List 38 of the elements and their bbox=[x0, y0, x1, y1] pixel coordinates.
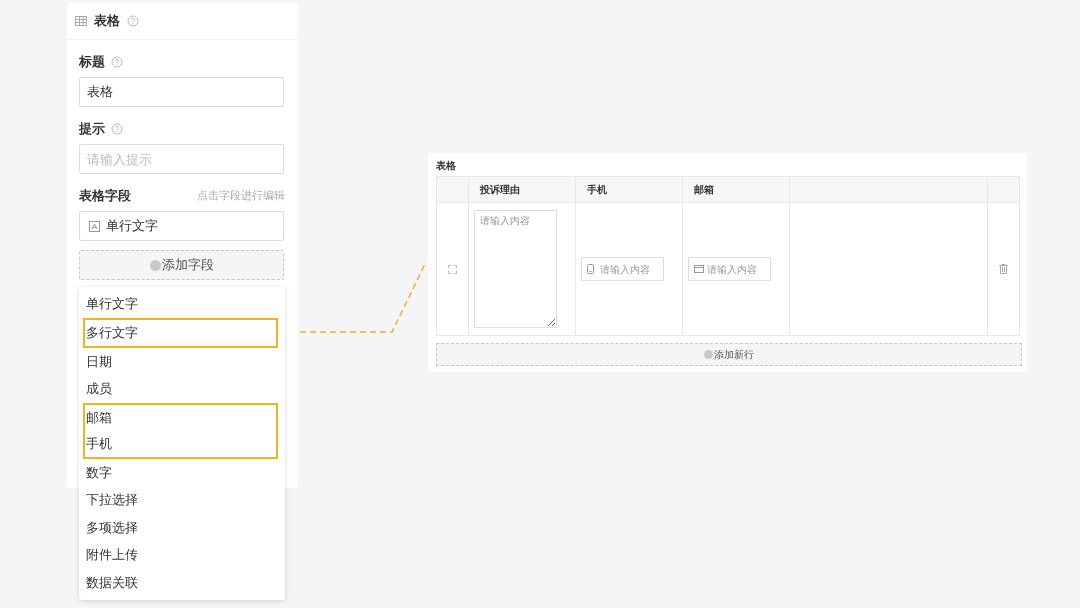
field-label: 提示 bbox=[79, 120, 105, 138]
text-field-icon bbox=[89, 220, 100, 232]
trash-icon bbox=[999, 264, 1008, 274]
help-icon bbox=[127, 14, 139, 27]
header-cell: 投诉理由 bbox=[468, 176, 576, 203]
menu-item[interactable]: 多项选择 bbox=[79, 513, 285, 541]
menu-item[interactable]: 数字 bbox=[79, 458, 285, 486]
phone-input[interactable]: 请输入内容 bbox=[581, 257, 664, 281]
menu-item[interactable]: 邮箱 bbox=[85, 404, 276, 431]
hint-text: 点击字段进行编辑 bbox=[197, 189, 285, 203]
circle-icon bbox=[704, 350, 713, 359]
field-label: 表格字段 bbox=[79, 187, 131, 205]
header-cell: 手机 bbox=[575, 176, 683, 203]
panel-title: 表格 bbox=[94, 11, 120, 30]
field-name: 单行文字 bbox=[106, 217, 158, 235]
menu-item[interactable]: 成员 bbox=[79, 375, 285, 403]
menu-item[interactable]: 单行文字 bbox=[79, 290, 285, 318]
table-icon bbox=[75, 15, 87, 26]
menu-item[interactable]: 数据关联 bbox=[79, 568, 285, 596]
menu-item[interactable]: 手机 bbox=[85, 430, 276, 457]
menu-item[interactable]: 下拉选择 bbox=[79, 486, 285, 514]
table-title: 表格 bbox=[436, 159, 457, 173]
header-cell: 邮箱 bbox=[682, 176, 790, 203]
textarea-field[interactable]: 请输入内容 bbox=[474, 210, 557, 328]
menu-item[interactable]: 多行文字 bbox=[85, 319, 276, 346]
menu-item[interactable]: 日期 bbox=[79, 347, 285, 375]
circle-icon bbox=[149, 259, 161, 271]
help-icon bbox=[111, 56, 123, 68]
title-input[interactable]: 表格 bbox=[79, 77, 284, 107]
email-input[interactable]: 请输入内容 bbox=[688, 257, 771, 281]
add-row-button[interactable]: 添加新行 bbox=[436, 343, 1022, 366]
drag-handle-icon bbox=[448, 264, 457, 274]
add-field-button[interactable]: 添加字段 bbox=[79, 250, 284, 280]
field-label: 标题 bbox=[79, 53, 105, 71]
hint-input[interactable]: 请输入提示 bbox=[79, 144, 284, 174]
menu-item[interactable]: 附件上传 bbox=[79, 541, 285, 569]
field-item[interactable]: 单行文字 bbox=[79, 211, 284, 241]
help-icon bbox=[111, 123, 123, 135]
